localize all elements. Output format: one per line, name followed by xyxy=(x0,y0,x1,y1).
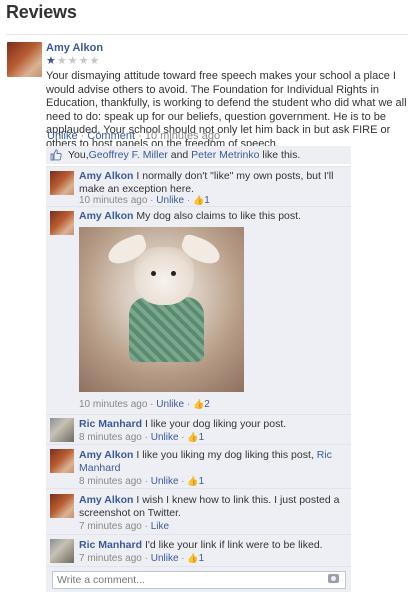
likes-and: and xyxy=(167,149,192,161)
review-actions: Unlike · Comment · 10 minutes ago xyxy=(47,130,220,142)
likes-suffix: like this. xyxy=(259,149,301,161)
like-link[interactable]: Like xyxy=(151,521,169,532)
separator: · xyxy=(80,130,85,142)
star-icon: ★ xyxy=(78,55,89,67)
like-count[interactable]: 1 xyxy=(199,553,205,564)
comment-author[interactable]: Ric Manhard xyxy=(79,418,142,430)
thumbs-up-icon[interactable]: 👍 xyxy=(187,432,198,442)
comment-meta: 10 minutes ago · Unlike · 👍1 xyxy=(79,195,210,206)
comment-meta: 8 minutes ago · Unlike · 👍1 xyxy=(79,476,205,487)
comment-meta: 7 minutes ago · Unlike · 👍1 xyxy=(79,553,205,564)
comment-author[interactable]: Amy Alkon xyxy=(79,449,133,461)
comment-author[interactable]: Ric Manhard xyxy=(79,539,142,551)
timestamp: 10 minutes ago xyxy=(144,130,221,142)
header-divider xyxy=(6,34,408,35)
comment-input[interactable]: Write a comment... xyxy=(52,571,346,589)
thumbs-up-icon[interactable]: 👍 xyxy=(193,195,204,205)
unlike-link[interactable]: Unlike xyxy=(151,553,179,564)
comment-item: Amy Alkon My dog also claims to like thi… xyxy=(46,206,351,414)
dog-head xyxy=(134,247,194,305)
dog-eye xyxy=(171,271,176,276)
comment-text: I'd like your link if link were to be li… xyxy=(144,539,323,551)
thumbs-up-icon xyxy=(50,149,62,161)
avatar[interactable] xyxy=(50,539,74,563)
unlike-link[interactable]: Unlike xyxy=(156,399,184,410)
dog-sweater xyxy=(129,297,204,362)
comment-section: You, Geoffrey F. Miller and Peter Metrin… xyxy=(46,146,351,166)
page-title: Reviews xyxy=(6,2,77,22)
comment-time: 7 minutes ago xyxy=(79,521,142,532)
like-count[interactable]: 1 xyxy=(199,432,205,443)
dog-photo[interactable] xyxy=(79,227,244,392)
likes-you: You, xyxy=(68,149,89,161)
comment-meta: 10 minutes ago · Unlike · 👍2 xyxy=(79,399,210,410)
avatar[interactable] xyxy=(50,418,74,442)
like-count[interactable]: 2 xyxy=(204,399,210,410)
comment-time: 8 minutes ago xyxy=(79,432,142,443)
comment-meta: 8 minutes ago · Unlike · 👍1 xyxy=(79,432,205,443)
star-icon: ★ xyxy=(89,55,100,67)
star-icon: ★ xyxy=(56,55,67,67)
dog-eye xyxy=(151,271,156,276)
separator: · xyxy=(138,130,142,142)
comment-item: Amy Alkon I normally don't "like" my own… xyxy=(46,166,351,206)
comment-time: 8 minutes ago xyxy=(79,476,142,487)
comment-author[interactable]: Amy Alkon xyxy=(79,494,133,506)
unlike-link[interactable]: Unlike xyxy=(47,130,78,142)
comment-author[interactable]: Amy Alkon xyxy=(79,210,133,222)
avatar[interactable] xyxy=(50,494,74,518)
avatar[interactable] xyxy=(50,449,74,473)
avatar[interactable] xyxy=(50,211,74,235)
like-count[interactable]: 1 xyxy=(204,195,210,206)
comment-meta: 7 minutes ago · Like xyxy=(79,521,170,532)
comment-item: Amy Alkon I like you liking my dog likin… xyxy=(46,444,351,488)
comment-time: 10 minutes ago xyxy=(79,399,148,410)
liker-link[interactable]: Peter Metrinko xyxy=(191,149,259,161)
star-rating: ★ ★ ★ ★ ★ xyxy=(46,56,406,68)
comment-item: Ric Manhard I like your dog liking your … xyxy=(46,414,351,444)
like-count[interactable]: 1 xyxy=(199,476,205,487)
liker-link[interactable]: Geoffrey F. Miller xyxy=(89,149,168,161)
comment-text: My dog also claims to like this post. xyxy=(136,210,301,222)
comment-time: 7 minutes ago xyxy=(79,553,142,564)
comment-composer: Write a comment... xyxy=(46,566,351,592)
thumbs-up-icon[interactable]: 👍 xyxy=(187,553,198,563)
comment-text: I like your dog liking your post. xyxy=(144,418,287,430)
star-icon: ★ xyxy=(67,55,78,67)
comment-text: I like you liking my dog liking this pos… xyxy=(136,449,317,461)
comment-item: Amy Alkon I wish I knew how to link this… xyxy=(46,488,351,534)
avatar[interactable] xyxy=(7,42,42,77)
comment-item: Ric Manhard I'd like your link if link w… xyxy=(46,534,351,566)
unlike-link[interactable]: Unlike xyxy=(151,432,179,443)
comment-author[interactable]: Amy Alkon xyxy=(79,170,133,182)
review-body: Amy Alkon ★ ★ ★ ★ ★ xyxy=(46,42,406,68)
comment-time: 10 minutes ago xyxy=(79,195,148,206)
unlike-link[interactable]: Unlike xyxy=(151,476,179,487)
star-icon: ★ xyxy=(46,55,56,67)
thumbs-up-icon[interactable]: 👍 xyxy=(193,399,204,409)
camera-icon[interactable] xyxy=(328,574,339,583)
comment-link[interactable]: Comment xyxy=(87,130,135,142)
unlike-link[interactable]: Unlike xyxy=(156,195,184,206)
avatar[interactable] xyxy=(50,171,74,195)
thumbs-up-icon[interactable]: 👍 xyxy=(187,476,198,486)
likes-summary: You, Geoffrey F. Miller and Peter Metrin… xyxy=(46,146,351,164)
review-author[interactable]: Amy Alkon xyxy=(46,42,406,54)
